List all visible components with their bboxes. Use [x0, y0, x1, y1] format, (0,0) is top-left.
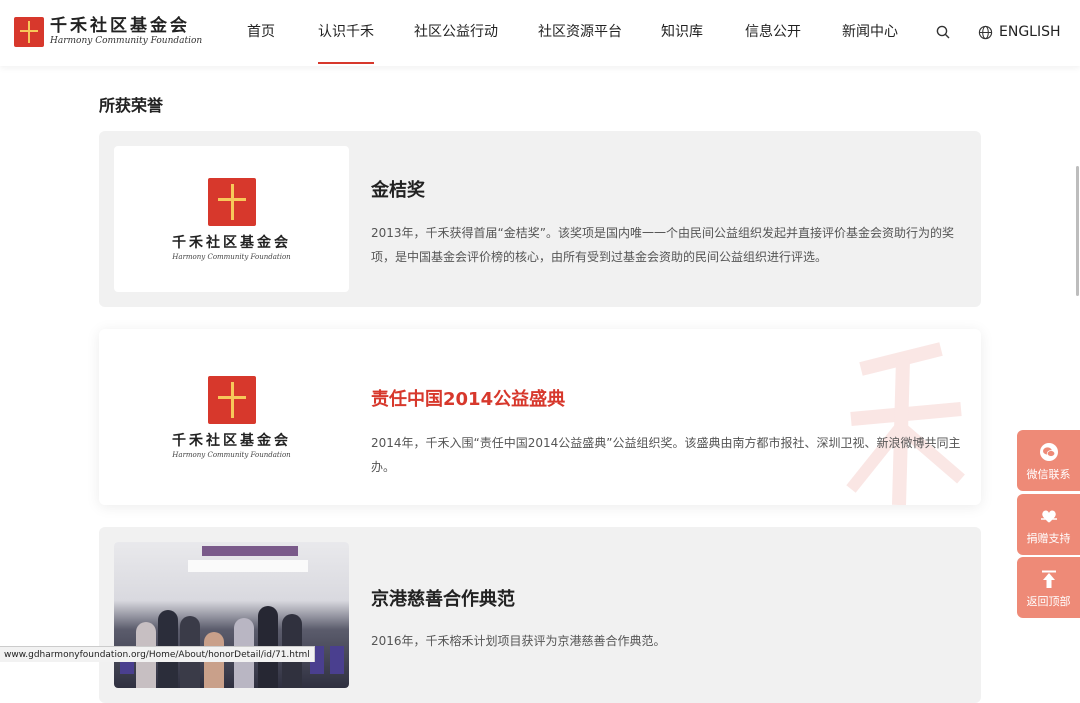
logo-name-en: Harmony Community Foundation — [50, 35, 202, 47]
globe-icon — [978, 25, 993, 40]
foundation-logo-icon — [208, 178, 256, 226]
honor-card[interactable]: 千禾社区基金会 Harmony Community Foundation 金桔奖… — [99, 131, 981, 307]
page-scrollbar[interactable] — [1076, 166, 1079, 296]
side-label: 返回顶部 — [1017, 593, 1080, 609]
heart-hands-icon — [1039, 506, 1059, 526]
logo-mark-icon — [14, 17, 44, 47]
nav-item-resource-platform[interactable]: 社区资源平台 — [538, 0, 622, 66]
language-switch[interactable]: ENGLISH — [978, 0, 1061, 64]
nav-item-home[interactable]: 首页 — [247, 0, 275, 66]
honor-title[interactable]: 京港慈善合作典范 — [371, 585, 515, 611]
nav-item-disclosure[interactable]: 信息公开 — [745, 0, 801, 66]
image-logo-cn: 千禾社区基金会 — [122, 232, 342, 252]
wechat-icon — [1039, 442, 1059, 462]
arrow-up-icon — [1039, 569, 1059, 589]
honor-desc: 2016年，千禾榕禾计划项目获评为京港慈善合作典范。 — [371, 629, 961, 653]
foundation-logo-icon — [208, 376, 256, 424]
nav-item-community-action[interactable]: 社区公益行动 — [414, 0, 498, 66]
section-title: 所获荣誉 — [99, 92, 163, 116]
language-label: ENGLISH — [999, 24, 1061, 40]
site-logo[interactable]: 千禾社区基金会 Harmony Community Foundation — [14, 15, 202, 49]
image-logo-en: Harmony Community Foundation — [122, 451, 342, 459]
honor-image — [114, 542, 349, 688]
honor-title[interactable]: 金桔奖 — [371, 176, 425, 202]
honor-desc: 2013年，千禾获得首届“金桔奖”。该奖项是国内唯一一个由民间公益组织发起并直接… — [371, 221, 961, 269]
logo-name-cn: 千禾社区基金会 — [50, 17, 202, 35]
image-logo-cn: 千禾社区基金会 — [122, 430, 342, 450]
site-header: 千禾社区基金会 Harmony Community Foundation 首页 … — [0, 0, 1080, 66]
nav-item-knowledge[interactable]: 知识库 — [661, 0, 703, 66]
nav-item-news[interactable]: 新闻中心 — [842, 0, 898, 66]
donate-button[interactable]: 捐赠支持 — [1017, 494, 1080, 555]
search-icon[interactable] — [936, 25, 950, 39]
wechat-contact-button[interactable]: 微信联系 — [1017, 430, 1080, 491]
honor-card[interactable]: 千禾社区基金会 Harmony Community Foundation 责任中… — [99, 329, 981, 505]
side-label: 捐赠支持 — [1017, 530, 1080, 546]
side-label: 微信联系 — [1017, 466, 1080, 482]
ceremony-photo — [114, 542, 349, 688]
honor-card[interactable]: 京港慈善合作典范 2016年，千禾榕禾计划项目获评为京港慈善合作典范。 — [99, 527, 981, 703]
honor-image: 千禾社区基金会 Harmony Community Foundation — [114, 344, 349, 490]
image-logo-en: Harmony Community Foundation — [122, 253, 342, 261]
back-to-top-button[interactable]: 返回顶部 — [1017, 557, 1080, 618]
nav-item-about[interactable]: 认识千禾 — [318, 0, 374, 66]
honor-desc: 2014年，千禾入围“责任中国2014公益盛典”公益组织奖。该盛典由南方都市报社… — [371, 431, 971, 479]
status-bar-url: www.gdharmonyfoundation.org/Home/About/h… — [0, 646, 315, 662]
honor-title[interactable]: 责任中国2014公益盛典 — [371, 385, 565, 411]
honor-image: 千禾社区基金会 Harmony Community Foundation — [114, 146, 349, 292]
